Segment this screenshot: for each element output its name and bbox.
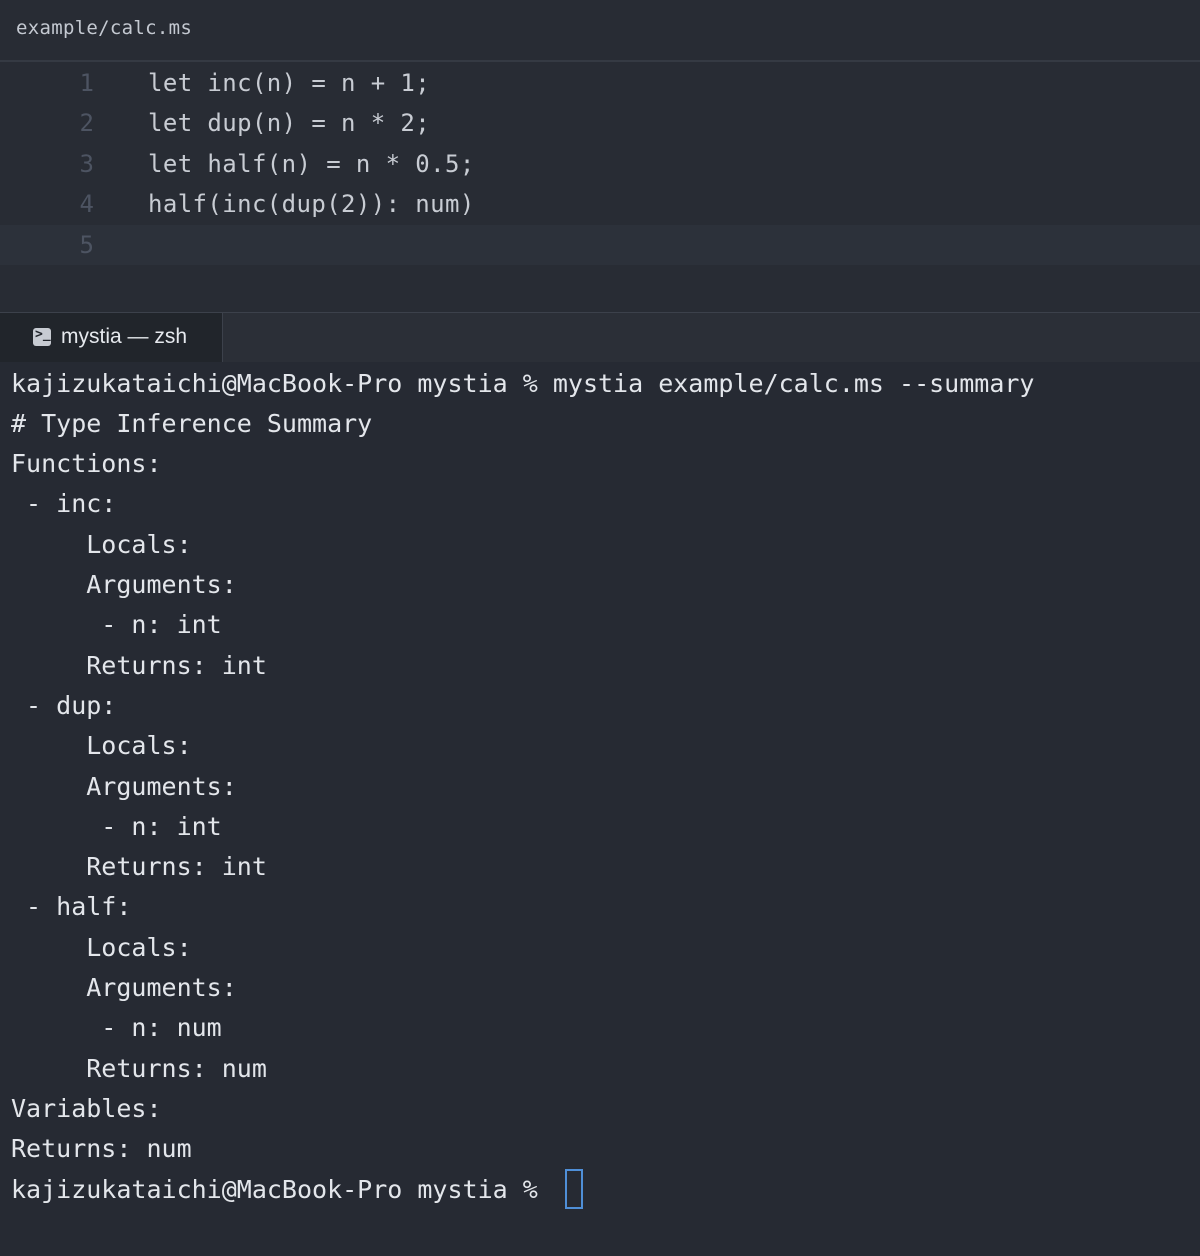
terminal-line: - n: int	[11, 812, 222, 841]
terminal-line: - dup:	[11, 691, 117, 720]
terminal-line: - inc:	[11, 489, 117, 518]
line-number: 2	[79, 109, 94, 137]
terminal-line: Arguments:	[11, 772, 237, 801]
terminal-tab-title: mystia — zsh	[61, 325, 188, 348]
editor-divider	[0, 60, 1200, 62]
terminal-tab-bar: >_ mystia — zsh	[0, 312, 1200, 363]
terminal-cursor	[564, 1169, 583, 1209]
terminal-line: Locals:	[11, 731, 192, 760]
code-editor[interactable]: example/calc.ms 1 let inc(n) = n + 1; 2 …	[0, 0, 1200, 312]
terminal-line: kajizukataichi@MacBook-Pro mystia % myst…	[11, 369, 1035, 398]
terminal-line: Returns: int	[11, 852, 267, 881]
terminal-line: Locals:	[11, 530, 192, 559]
code-line[interactable]: 4 half(inc(dup(2)): num)	[0, 184, 1200, 224]
code-text[interactable]: let inc(n) = n + 1;	[148, 63, 430, 103]
code-text[interactable]: let dup(n) = n * 2;	[148, 103, 430, 143]
terminal-line: - n: num	[11, 1013, 222, 1042]
file-path-title: example/calc.ms	[16, 17, 193, 39]
terminal-line: Locals:	[11, 933, 192, 962]
code-line-current[interactable]: 5	[0, 225, 1200, 265]
terminal-line: Variables:	[11, 1094, 162, 1123]
terminal-line: Functions:	[11, 449, 162, 478]
code-text[interactable]: half(inc(dup(2)): num)	[148, 184, 475, 224]
terminal-icon: >_	[33, 327, 51, 346]
terminal-line: Returns: int	[11, 651, 267, 680]
terminal-output[interactable]: kajizukataichi@MacBook-Pro mystia % myst…	[0, 362, 1200, 1256]
terminal-prompt-line[interactable]: kajizukataichi@MacBook-Pro mystia %	[11, 1169, 583, 1210]
line-number: 5	[79, 231, 94, 259]
code-line[interactable]: 1 let inc(n) = n + 1;	[0, 63, 1200, 103]
code-line[interactable]: 3 let half(n) = n * 0.5;	[0, 144, 1200, 184]
line-number: 3	[79, 150, 94, 178]
terminal-line: - n: int	[11, 610, 222, 639]
line-number: 4	[79, 190, 94, 218]
terminal-line: Returns: num	[11, 1054, 267, 1083]
line-number: 1	[79, 69, 94, 97]
code-text[interactable]: let half(n) = n * 0.5;	[148, 144, 475, 184]
terminal-tab[interactable]: >_ mystia — zsh	[0, 313, 223, 363]
code-line[interactable]: 2 let dup(n) = n * 2;	[0, 103, 1200, 143]
terminal-line: # Type Inference Summary	[11, 409, 373, 438]
terminal-line: Arguments:	[11, 973, 237, 1002]
terminal-line: Returns: num	[11, 1134, 192, 1163]
terminal-prompt: kajizukataichi@MacBook-Pro mystia %	[11, 1175, 553, 1204]
terminal-line: - half:	[11, 892, 132, 921]
terminal-line: Arguments:	[11, 570, 237, 599]
